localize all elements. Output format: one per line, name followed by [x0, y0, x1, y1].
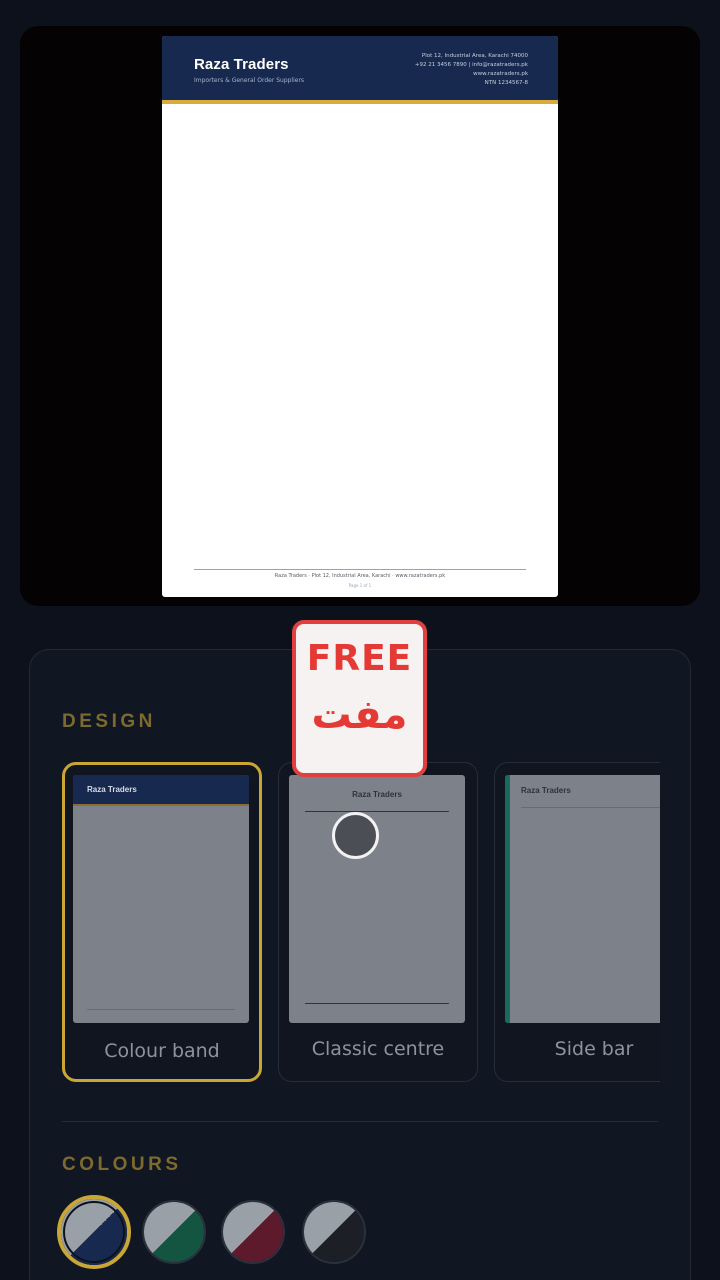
design-thumbnail: Raza Traders [73, 775, 249, 1023]
thumbnail-footer-rule [305, 1003, 449, 1004]
letterhead-footer-rule [194, 569, 526, 570]
letterhead-company-name: Raza Traders [194, 56, 289, 73]
letterhead-tagline: Importers & General Order Suppliers [194, 77, 305, 84]
free-badge-urdu: مفت [311, 692, 408, 738]
section-divider [62, 1121, 658, 1122]
design-option-classic-centre[interactable]: Raza Traders Classic centre [278, 762, 478, 1082]
letterhead-header-band: Raza Traders Importers & General Order S… [162, 36, 558, 104]
letterhead-contact-block: Plot 12, Industrial Area, Karachi 74000 … [415, 52, 528, 88]
colour-swatch-navy[interactable] [57, 1195, 131, 1269]
thumbnail-company-name: Raza Traders [87, 785, 137, 794]
thumbnail-header-rule [305, 811, 449, 812]
letterhead-contact-line: www.razatraders.pk [473, 71, 528, 77]
colour-swatch-charcoal[interactable] [302, 1200, 366, 1264]
letterhead-contact-line: +92 21 3456 7890 | info@razatraders.pk [414, 62, 528, 68]
design-option-side-bar[interactable]: Raza Traders Side bar [494, 762, 660, 1082]
design-option-label: Classic centre [311, 1038, 445, 1060]
design-options-carousel[interactable]: Raza Traders Colour band Raza Traders Cl… [62, 762, 660, 1084]
design-option-label: Colour band [104, 1040, 220, 1062]
touch-indicator [332, 812, 379, 859]
design-thumbnail: Raza Traders [289, 775, 465, 1023]
letterhead-contact-line: NTN 1234567-8 [484, 80, 528, 86]
design-option-label: Side bar [554, 1038, 634, 1060]
thumbnail-company-name: Raza Traders [521, 786, 571, 795]
colour-swatch-green[interactable] [142, 1200, 206, 1264]
design-section-title: DESIGN [62, 711, 156, 732]
letterhead-preview[interactable]: Raza Traders Importers & General Order S… [162, 36, 558, 597]
colours-section-title: COLOURS [62, 1154, 182, 1175]
colour-swatch-maroon[interactable] [221, 1200, 285, 1264]
design-thumbnail: Raza Traders [505, 775, 660, 1023]
design-option-colour-band[interactable]: Raza Traders Colour band [62, 762, 262, 1082]
letterhead-footer-text: Raza Traders · Plot 12, Industrial Area,… [274, 573, 446, 579]
letterhead-footer-subtext: Page 1 of 1 [348, 583, 372, 588]
thumbnail-header-rule [521, 807, 660, 808]
thumbnail-company-name: Raza Traders [352, 790, 402, 799]
letterhead-preview-stage: Raza Traders Importers & General Order S… [20, 26, 700, 606]
free-badge-english: FREE [306, 638, 413, 679]
thumbnail-footer-rule [87, 1009, 235, 1010]
free-badge: FREE مفت [292, 620, 427, 777]
thumbnail-side-bar [505, 775, 510, 1023]
letterhead-contact-line: Plot 12, Industrial Area, Karachi 74000 [421, 53, 528, 59]
